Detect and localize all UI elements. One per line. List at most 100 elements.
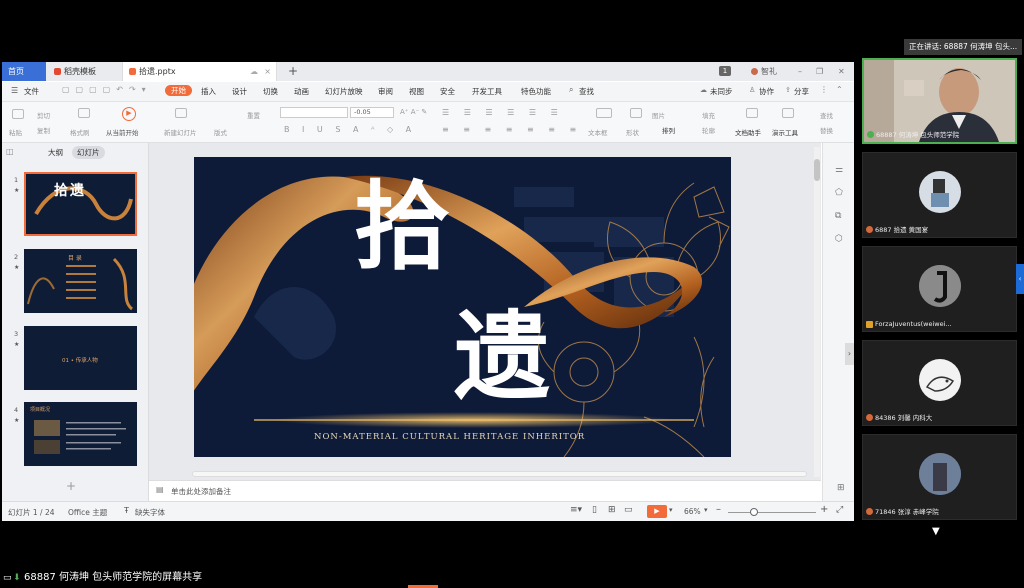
- play-from-current-button[interactable]: 从当前开始: [106, 127, 139, 137]
- participant-tile[interactable]: 6887 拾遗 黄国宴: [862, 152, 1017, 238]
- pane-tab-outline[interactable]: 大纲: [48, 147, 63, 158]
- ribbon-tab-animation[interactable]: 动画: [294, 86, 309, 97]
- zoom-dropdown-icon[interactable]: ▾: [704, 506, 708, 514]
- fill-button[interactable]: 填充: [702, 110, 715, 120]
- fit-window-icon[interactable]: ⤢: [836, 505, 843, 515]
- canvas-horizontal-scrollbar[interactable]: [192, 471, 807, 477]
- ribbon-tab-find[interactable]: 查找: [579, 86, 594, 97]
- close-window-icon[interactable]: ✕: [832, 62, 846, 81]
- shape-style-icon[interactable]: ⬠: [835, 188, 843, 198]
- minimize-icon[interactable]: –: [792, 62, 806, 81]
- search-icon[interactable]: ⌕: [569, 85, 573, 95]
- replace-button[interactable]: 替换: [820, 125, 833, 135]
- find-button[interactable]: 查找: [820, 110, 833, 120]
- textbox-icon[interactable]: [596, 108, 612, 118]
- ribbon-tab-design[interactable]: 设计: [232, 86, 247, 97]
- thumbnail-slide-2[interactable]: 目 录: [24, 249, 137, 313]
- format-painter-label[interactable]: 格式刷: [70, 127, 90, 137]
- list-icons[interactable]: ☰ ☰ ☰ ☰ ☰ ☰: [442, 108, 564, 117]
- ribbon-tab-review[interactable]: 审阅: [378, 86, 393, 97]
- canvas-vertical-scrollbar[interactable]: [814, 147, 820, 477]
- zoom-level[interactable]: 66%: [684, 507, 701, 516]
- reading-view-icon[interactable]: ▭: [624, 505, 633, 515]
- thumbnail-slide-3[interactable]: 01 • 传承人物: [24, 326, 137, 390]
- add-slide-button[interactable]: +: [66, 479, 76, 493]
- ribbon-tab-home[interactable]: 开始: [165, 85, 192, 96]
- participant-tile-speaker[interactable]: 68887 何涛坤 包头师范学院: [862, 58, 1017, 144]
- font-size-input[interactable]: -0.05: [350, 107, 394, 118]
- outline-button[interactable]: 轮廓: [702, 125, 715, 135]
- restore-icon[interactable]: ❐: [810, 62, 824, 81]
- image-button[interactable]: 图片: [652, 110, 665, 120]
- reset-button[interactable]: 重置: [247, 110, 260, 120]
- participant-tile[interactable]: ForzaJuventus(weiwei...: [862, 246, 1017, 332]
- missing-font-button[interactable]: 缺失字体: [135, 507, 165, 518]
- cut-button[interactable]: 剪切: [37, 110, 50, 120]
- ribbon-tab-insert[interactable]: 插入: [201, 86, 216, 97]
- scroll-thumb[interactable]: [814, 159, 820, 181]
- shape-button[interactable]: 形状: [626, 127, 639, 137]
- copy-button[interactable]: 复制: [37, 125, 50, 135]
- zoom-slider[interactable]: [728, 508, 816, 516]
- notes-toggle-icon[interactable]: ≡▾: [570, 505, 582, 515]
- zoom-in-icon[interactable]: +: [820, 504, 828, 515]
- slide-1[interactable]: 拾 遗 NON-MATERIAL CULTURAL HERITAGE INHER…: [194, 157, 731, 457]
- participant-tile[interactable]: 71846 张淳 赤峰学院: [862, 434, 1017, 520]
- tab-home[interactable]: 首页: [2, 62, 46, 81]
- thumbnail-slide-1[interactable]: 拾遗: [24, 172, 137, 236]
- play-icon[interactable]: ▶: [122, 107, 136, 121]
- collapse-ribbon-icon[interactable]: ⌃: [836, 85, 843, 94]
- side-expand-arrow-icon[interactable]: ‹: [1016, 264, 1024, 294]
- font-grow-icon[interactable]: A⁺ A⁻ ✎: [400, 108, 427, 116]
- shape-icon[interactable]: [630, 108, 642, 118]
- layout-button[interactable]: 版式: [214, 127, 227, 137]
- arrange-button[interactable]: 排列: [662, 125, 675, 135]
- settings-sliders-icon[interactable]: ⚌: [835, 165, 843, 175]
- copy-layout-icon[interactable]: ⧉: [835, 211, 841, 221]
- collapse-pane-icon[interactable]: ◫: [6, 147, 14, 156]
- tab-document[interactable]: 拾遗.pptx × ☁: [122, 62, 277, 81]
- user-account[interactable]: 智礼: [745, 62, 785, 81]
- font-name-input[interactable]: [280, 107, 348, 118]
- participant-tile[interactable]: 84386 刘馨 内科大: [862, 340, 1017, 426]
- pane-tab-slides[interactable]: 幻灯片: [72, 146, 105, 159]
- slideshow-dropdown-icon[interactable]: ▾: [669, 506, 673, 514]
- zoom-out-icon[interactable]: –: [716, 504, 721, 515]
- new-slide-icon[interactable]: [175, 108, 187, 118]
- more-icon[interactable]: ⋮: [820, 85, 828, 94]
- format-painter-icon[interactable]: [78, 108, 90, 118]
- sync-status[interactable]: 未同步: [710, 86, 733, 97]
- notes-area[interactable]: ▤ 单击此处添加备注: [149, 480, 821, 501]
- close-tab-icon[interactable]: ×: [264, 62, 271, 81]
- new-tab-button[interactable]: +: [282, 62, 300, 81]
- doc-assistant-button[interactable]: 文档助手: [735, 127, 761, 137]
- expand-panel-icon[interactable]: ›: [845, 343, 854, 365]
- sorter-view-icon[interactable]: ⊞: [608, 505, 616, 515]
- theme-name[interactable]: Office 主题: [68, 507, 107, 518]
- cube-icon[interactable]: ⬡: [835, 234, 843, 244]
- text-format-icons[interactable]: B I U S A ᴬ ◇ A: [284, 125, 416, 134]
- menu-icon[interactable]: ☰: [11, 86, 18, 95]
- tab-template[interactable]: 稻壳模板: [48, 62, 120, 81]
- doc-assistant-icon[interactable]: [746, 108, 758, 118]
- zoom-slider-handle[interactable]: [750, 508, 758, 516]
- ribbon-tab-file[interactable]: 文件: [24, 86, 39, 97]
- presentation-tools-button[interactable]: 演示工具: [772, 127, 798, 137]
- new-slide-button[interactable]: 新建幻灯片: [164, 127, 197, 137]
- align-icons[interactable]: ≡ ≡ ≡ ≡ ≡ ≡ ≡: [442, 125, 582, 134]
- presentation-tools-icon[interactable]: [782, 108, 794, 118]
- ribbon-tab-developer[interactable]: 开发工具: [472, 86, 502, 97]
- tab-count-badge[interactable]: 1: [719, 66, 731, 76]
- quick-access-icons[interactable]: ▢▢▢▢↶↷▾: [62, 85, 152, 94]
- thumbnail-slide-4[interactable]: 项目概况: [24, 402, 137, 466]
- grid-view-icon[interactable]: ⊞: [837, 483, 845, 493]
- ribbon-tab-transition[interactable]: 切换: [263, 86, 278, 97]
- ribbon-tab-slideshow[interactable]: 幻灯片放映: [325, 86, 363, 97]
- paste-icon[interactable]: [12, 109, 24, 119]
- ribbon-tab-view[interactable]: 视图: [409, 86, 424, 97]
- normal-view-icon[interactable]: ▯: [592, 505, 597, 515]
- ribbon-tab-security[interactable]: 安全: [440, 86, 455, 97]
- collab-button[interactable]: 协作: [759, 86, 774, 97]
- scroll-down-chevron-icon[interactable]: ▼: [932, 526, 940, 537]
- paste-label[interactable]: 粘贴: [9, 127, 22, 137]
